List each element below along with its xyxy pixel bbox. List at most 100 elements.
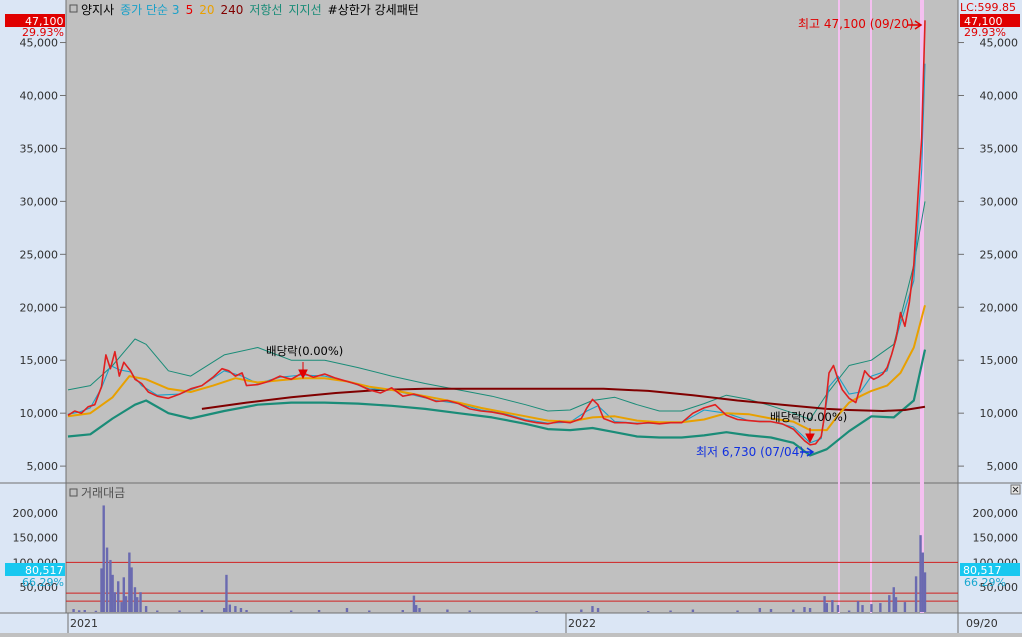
volume-bar	[861, 605, 864, 612]
price-tick-label: 25,000	[20, 248, 59, 261]
stock-chart-svg[interactable]: 5,000 5,000 10,000 10,000 15,000 15,000 20,000…	[0, 0, 1022, 633]
price-tick-label: 5,000	[27, 460, 59, 473]
volume-bar	[245, 610, 248, 612]
legend-item-5[interactable]: 저항선	[249, 3, 282, 17]
volume-bar	[239, 608, 243, 612]
volume-bar	[535, 611, 538, 612]
chart-legend[interactable]: 양지사 종가 단순 3 5 20 240 저항선 지지선 #상한가 강세패턴	[81, 3, 419, 17]
volume-bar	[414, 605, 418, 612]
volume-bar	[100, 568, 103, 612]
volume-bar	[879, 603, 882, 612]
price-tick-label: 20,000	[980, 301, 1019, 314]
volume-bar	[128, 552, 131, 612]
high-price-label: 최고 47,100 (09/20)	[798, 17, 914, 31]
volume-bar	[117, 581, 120, 612]
volume-bar	[888, 595, 891, 612]
price-tick-label: 40,000	[980, 89, 1019, 102]
low-price-label: 최저 6,730 (07/04)	[696, 445, 804, 459]
x-axis-panel	[0, 613, 1022, 633]
volume-bar	[130, 567, 133, 612]
volume-bar	[111, 574, 114, 612]
volume-bar	[105, 547, 109, 612]
legend-item-1[interactable]: 종가 단순 3	[120, 3, 179, 17]
volume-bar	[72, 609, 75, 612]
volume-bar	[792, 609, 795, 612]
volume-bar	[77, 610, 81, 612]
volume-bar	[120, 602, 123, 612]
volume-bar	[135, 597, 139, 612]
volume-bar	[591, 606, 594, 612]
volume-bar	[903, 602, 907, 612]
legend-item-7[interactable]: #상한가 강세패턴	[328, 3, 419, 17]
price-tick-label: 40,000	[20, 89, 59, 102]
volume-bar	[803, 607, 806, 612]
volume-bar	[178, 610, 181, 612]
price-tick-label: 15,000	[980, 354, 1019, 367]
legend-item-6[interactable]: 지지선	[289, 3, 322, 17]
volume-bar	[870, 604, 873, 612]
volume-bar	[289, 610, 293, 612]
volume-bar	[225, 574, 228, 612]
volume-bar	[94, 610, 98, 612]
volume-bar	[823, 596, 826, 612]
volume-bar	[83, 610, 86, 612]
left-volume-pct: 66.29%	[22, 576, 64, 589]
volume-bar	[156, 610, 159, 612]
volume-bar	[468, 610, 471, 612]
volume-bar	[647, 611, 650, 612]
volume-bar	[691, 609, 695, 612]
volume-tick-label: 150,000	[973, 532, 1019, 545]
dividend-label-2: 배당락(0.00%)	[770, 410, 847, 424]
right-volume-pct: 66.29%	[964, 576, 1006, 589]
volume-bar	[580, 609, 583, 612]
volume-bar	[113, 592, 117, 612]
volume-tick-label: 150,000	[13, 532, 59, 545]
volume-bar	[317, 610, 321, 612]
volume-bar	[892, 587, 895, 612]
left-price-change: 29.93%	[22, 26, 64, 39]
price-tick-label: 35,000	[980, 142, 1019, 155]
price-tick-label: 10,000	[20, 407, 59, 420]
volume-bar	[133, 587, 137, 612]
volume-bar	[836, 605, 840, 612]
volume-bar	[825, 603, 829, 612]
lc-label: LC:599.85	[960, 1, 1016, 14]
volume-bar	[596, 608, 600, 612]
volume-bar	[923, 572, 927, 612]
volume-bar	[856, 601, 860, 612]
volume-bar	[234, 606, 237, 612]
legend-item-3[interactable]: 20	[199, 3, 214, 17]
volume-bar	[102, 505, 105, 612]
volume-bar	[914, 576, 918, 612]
right-price-change: 29.93%	[964, 26, 1006, 39]
volume-bar	[200, 610, 204, 612]
legend-item-0[interactable]: 양지사	[81, 3, 114, 17]
volume-tick-label: 200,000	[973, 507, 1019, 520]
window-minimize-icon[interactable]	[1010, 484, 1021, 495]
volume-bar	[401, 610, 404, 612]
volume-bar	[769, 609, 773, 612]
price-tick-label: 15,000	[20, 354, 59, 367]
price-tick-label: 25,000	[980, 248, 1019, 261]
volume-bar	[919, 535, 922, 612]
volume-bar	[669, 610, 672, 612]
volume-bar	[109, 559, 112, 612]
volume-bar	[736, 610, 739, 612]
volume-bar	[139, 592, 142, 612]
volume-bar	[831, 600, 834, 612]
volume-tick-label: 200,000	[13, 507, 59, 520]
x-label-2022: 2022	[568, 617, 596, 630]
dividend-label-1: 배당락(0.00%)	[266, 344, 343, 358]
volume-bar	[446, 609, 449, 612]
volume-bar	[894, 597, 898, 612]
volume-bar	[368, 610, 371, 612]
price-tick-label: 5,000	[987, 460, 1019, 473]
price-tick-label: 30,000	[980, 195, 1019, 208]
legend-item-4[interactable]: 240	[220, 3, 243, 17]
legend-item-2[interactable]: 5	[186, 3, 194, 17]
volume-bar	[921, 552, 924, 612]
volume-bar	[144, 606, 148, 612]
volume-bar	[412, 595, 416, 612]
price-tick-label: 35,000	[20, 142, 59, 155]
volume-bar	[808, 608, 812, 612]
